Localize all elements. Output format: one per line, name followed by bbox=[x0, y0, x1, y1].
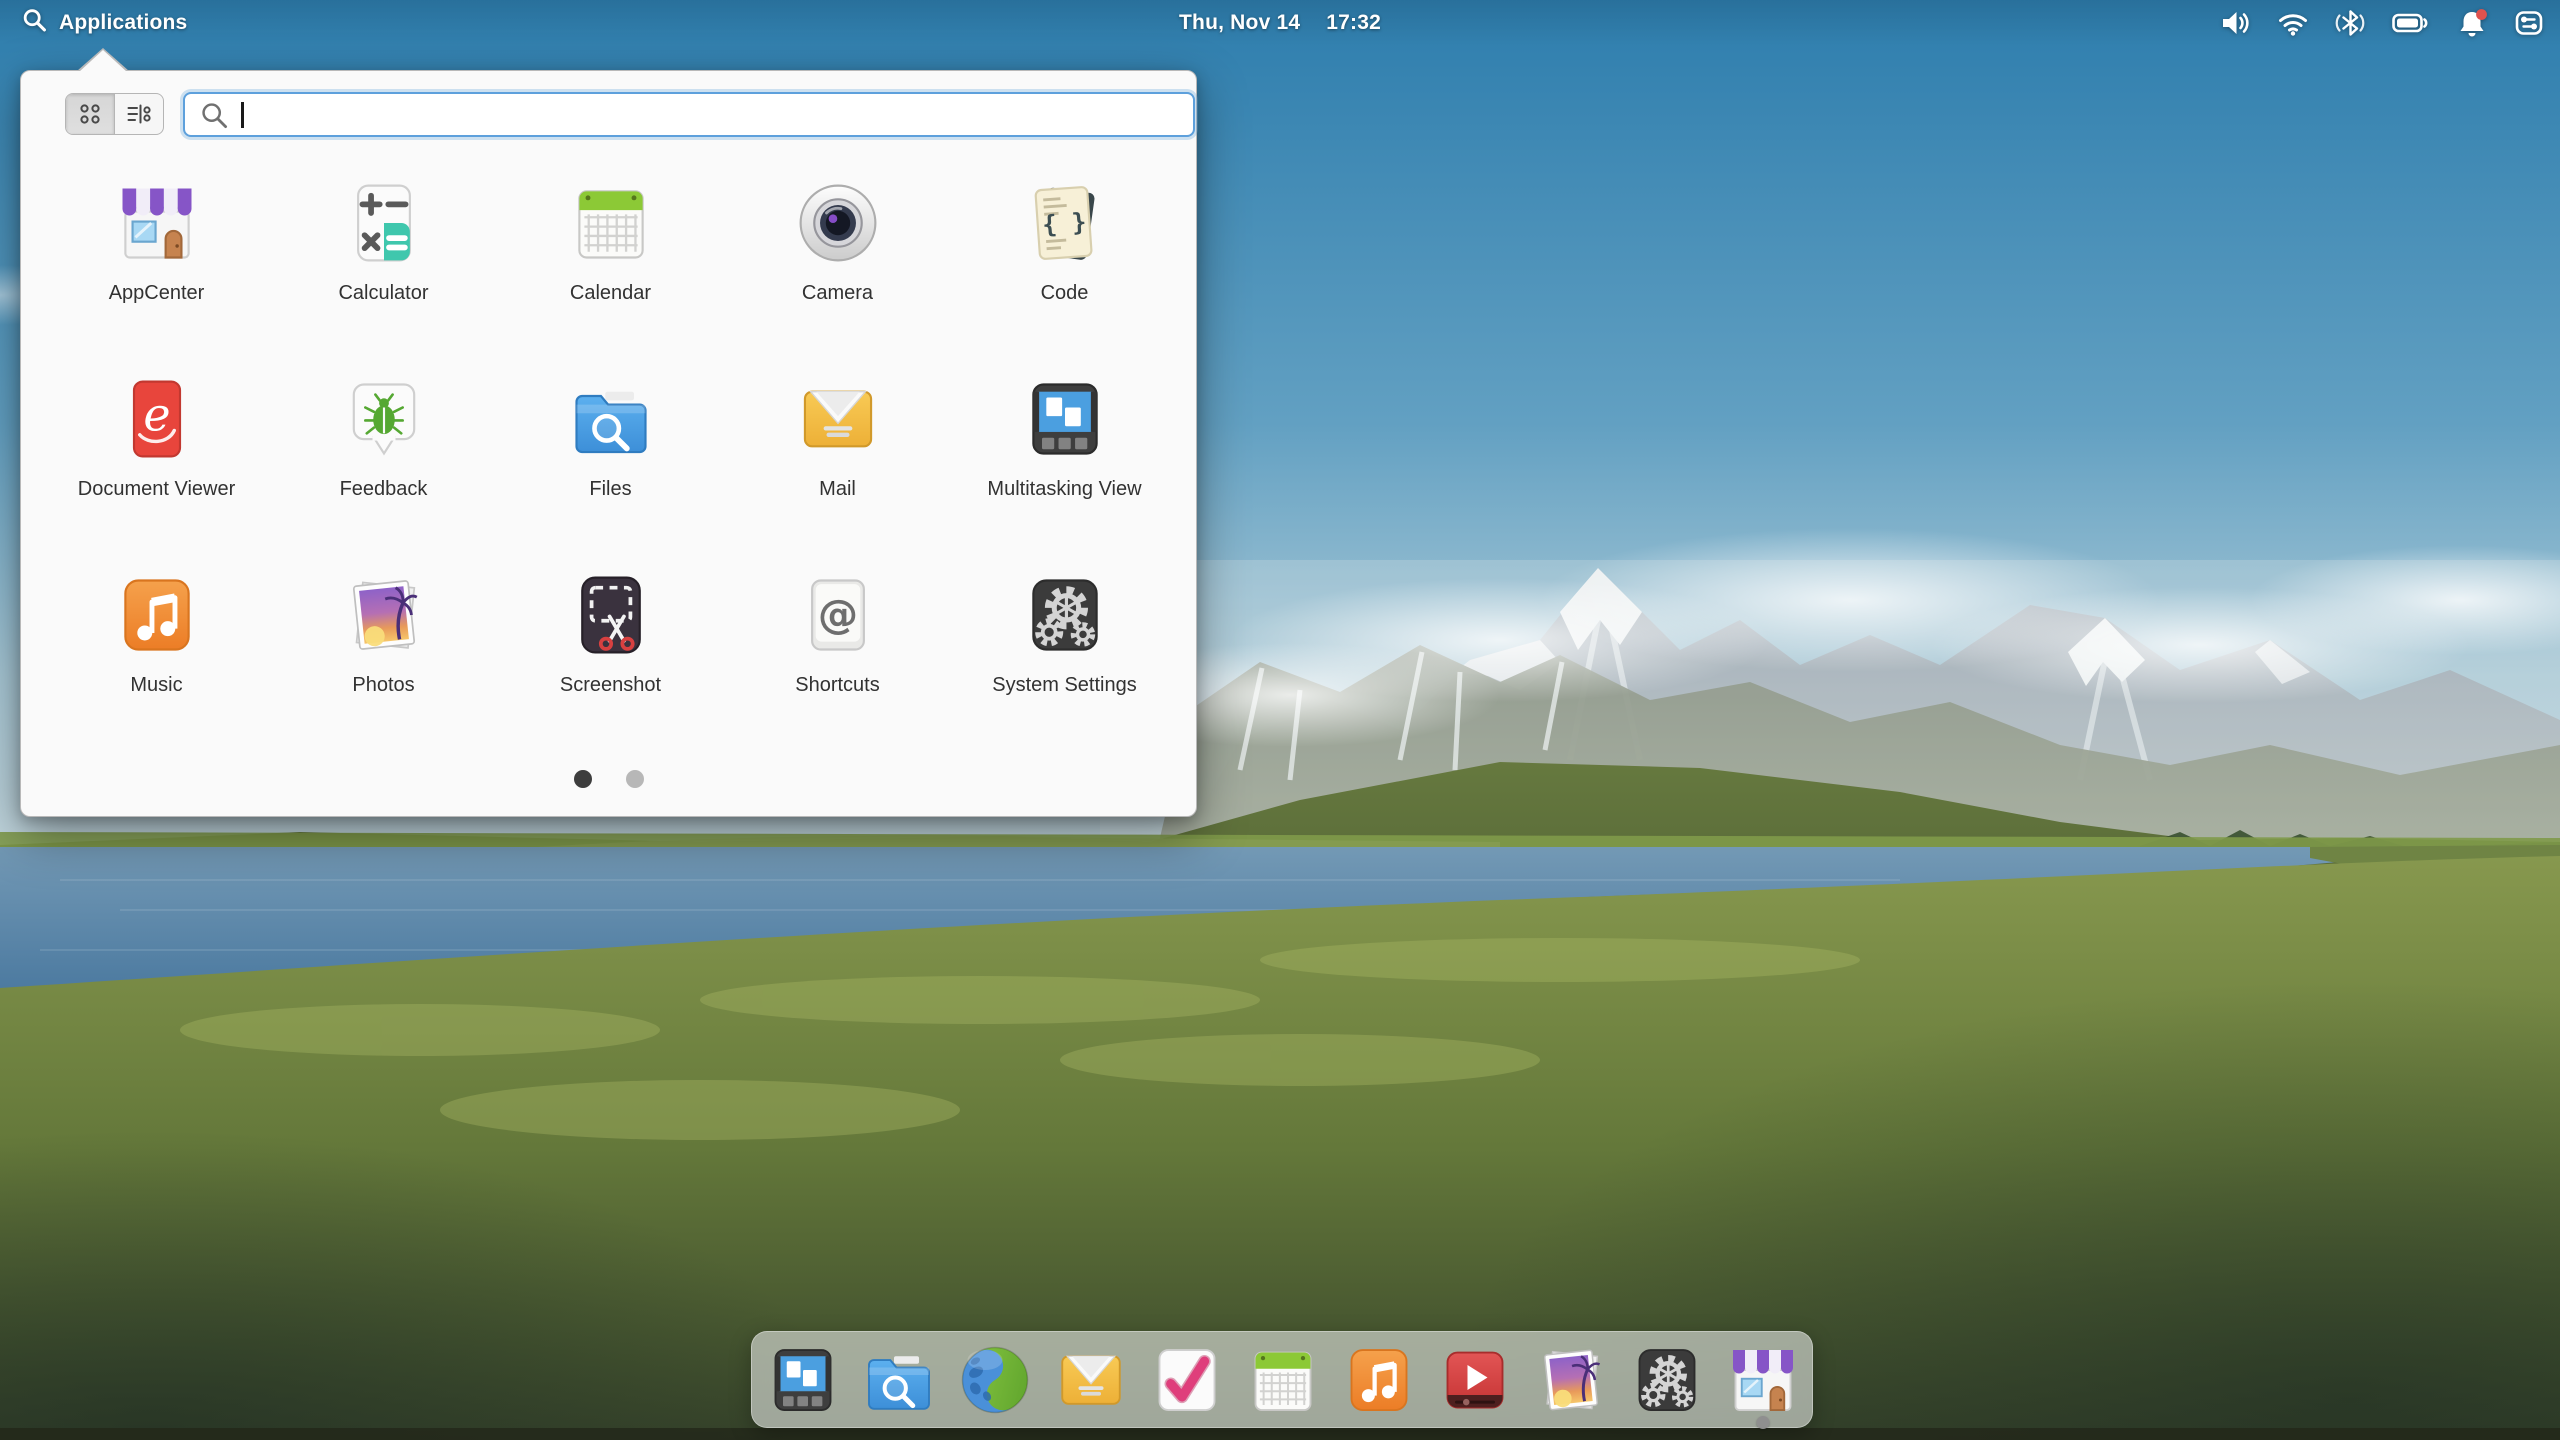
app-music[interactable]: Music bbox=[52, 569, 262, 697]
music-icon bbox=[1339, 1340, 1419, 1420]
page-dot-2[interactable] bbox=[625, 770, 644, 788]
app-search-field[interactable] bbox=[183, 92, 1195, 137]
grid-view-icon bbox=[80, 104, 100, 124]
mail-icon bbox=[792, 373, 884, 465]
feedback-icon bbox=[338, 373, 430, 465]
datetime-button[interactable]: Thu, Nov 14 17:32 bbox=[1167, 0, 1393, 46]
tasks-icon bbox=[1147, 1340, 1227, 1420]
dock-item-system-settings[interactable] bbox=[1627, 1340, 1707, 1420]
view-toggle-group bbox=[65, 93, 164, 135]
dock-item-photos[interactable] bbox=[1531, 1340, 1611, 1420]
applications-launcher-popup: AppCenter Calculator Calendar Camera Cod… bbox=[20, 48, 1197, 817]
code-icon bbox=[1019, 177, 1111, 269]
app-mail[interactable]: Mail bbox=[733, 373, 943, 501]
panel-date: Thu, Nov 14 bbox=[1179, 11, 1301, 34]
dock-item-web[interactable] bbox=[955, 1340, 1035, 1420]
category-view-button[interactable] bbox=[114, 94, 163, 134]
app-screenshot[interactable]: Screenshot bbox=[506, 569, 716, 697]
grid-view-button[interactable] bbox=[66, 94, 114, 134]
app-grid: AppCenter Calculator Calendar Camera Cod… bbox=[43, 177, 1178, 697]
photos-icon bbox=[338, 569, 430, 661]
session-icon[interactable] bbox=[2512, 6, 2546, 40]
launcher-header bbox=[21, 71, 1196, 137]
appcenter-icon bbox=[111, 177, 203, 269]
screenshot-icon bbox=[565, 569, 657, 661]
shortcuts-icon bbox=[792, 569, 884, 661]
dock-item-videos[interactable] bbox=[1435, 1340, 1515, 1420]
top-panel: Applications Thu, Nov 14 17:32 bbox=[0, 0, 2560, 46]
appcenter-icon bbox=[1723, 1340, 1803, 1420]
dock-item-music[interactable] bbox=[1339, 1340, 1419, 1420]
applications-label: Applications bbox=[59, 11, 188, 34]
battery-icon[interactable] bbox=[2390, 6, 2432, 40]
app-camera[interactable]: Camera bbox=[733, 177, 943, 305]
app-document-viewer[interactable]: Document Viewer bbox=[52, 373, 262, 501]
calendar-icon bbox=[1243, 1340, 1323, 1420]
volume-icon[interactable] bbox=[2219, 6, 2253, 40]
system-settings-icon bbox=[1627, 1340, 1707, 1420]
document-viewer-icon bbox=[111, 373, 203, 465]
system-settings-icon bbox=[1019, 569, 1111, 661]
app-calculator[interactable]: Calculator bbox=[279, 177, 489, 305]
app-system-settings[interactable]: System Settings bbox=[960, 569, 1170, 697]
bluetooth-icon[interactable] bbox=[2333, 6, 2367, 40]
photos-icon bbox=[1531, 1340, 1611, 1420]
app-calendar[interactable]: Calendar bbox=[506, 177, 716, 305]
app-search-input[interactable] bbox=[243, 94, 1181, 135]
search-icon bbox=[202, 102, 227, 128]
panel-time: 17:32 bbox=[1326, 11, 1381, 34]
dock-item-tasks[interactable] bbox=[1147, 1340, 1227, 1420]
files-icon bbox=[565, 373, 657, 465]
category-view-icon bbox=[127, 104, 151, 124]
applications-menu-button[interactable]: Applications bbox=[10, 0, 197, 46]
system-indicators bbox=[2213, 0, 2552, 46]
app-appcenter[interactable]: AppCenter bbox=[52, 177, 262, 305]
dock-item-calendar[interactable] bbox=[1243, 1340, 1323, 1420]
app-shortcuts[interactable]: Shortcuts bbox=[733, 569, 943, 697]
page-indicator bbox=[21, 770, 1196, 788]
files-icon bbox=[859, 1340, 939, 1420]
app-photos[interactable]: Photos bbox=[279, 569, 489, 697]
dock-item-multitasking-view[interactable] bbox=[763, 1340, 843, 1420]
app-code[interactable]: Code bbox=[960, 177, 1170, 305]
running-indicator-dot bbox=[1756, 1415, 1770, 1429]
multitasking-view-icon bbox=[763, 1340, 843, 1420]
calculator-icon bbox=[338, 177, 430, 269]
multitasking-view-icon bbox=[1019, 373, 1111, 465]
music-icon bbox=[111, 569, 203, 661]
dock bbox=[751, 1331, 1813, 1429]
videos-icon bbox=[1435, 1340, 1515, 1420]
wifi-icon[interactable] bbox=[2276, 6, 2310, 40]
dock-item-appcenter[interactable] bbox=[1723, 1340, 1803, 1429]
search-icon bbox=[20, 6, 50, 41]
camera-icon bbox=[792, 177, 884, 269]
dock-item-mail[interactable] bbox=[1051, 1340, 1131, 1420]
app-files[interactable]: Files bbox=[506, 373, 716, 501]
calendar-icon bbox=[565, 177, 657, 269]
notification-badge bbox=[2476, 9, 2487, 20]
notifications-icon[interactable] bbox=[2455, 6, 2489, 40]
dock-item-files[interactable] bbox=[859, 1340, 939, 1420]
page-dot-1[interactable] bbox=[573, 770, 592, 788]
app-feedback[interactable]: Feedback bbox=[279, 373, 489, 501]
desktop: { } e bbox=[0, 0, 2560, 1440]
app-multitasking-view[interactable]: Multitasking View bbox=[960, 373, 1170, 501]
web-browser-icon bbox=[955, 1340, 1035, 1420]
mail-icon bbox=[1051, 1340, 1131, 1420]
